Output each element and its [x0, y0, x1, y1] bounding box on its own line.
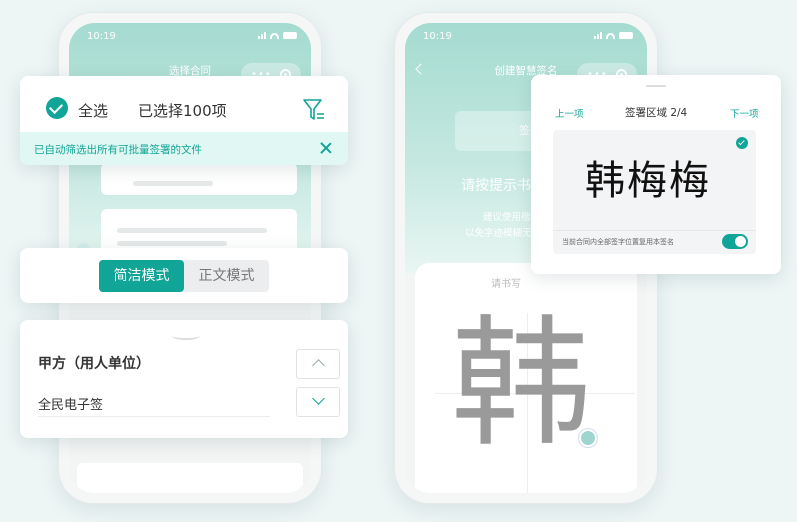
close-icon[interactable]	[320, 142, 332, 154]
ghost-card	[101, 163, 297, 195]
ghost-line	[117, 228, 267, 233]
drag-handle-icon[interactable]	[646, 85, 666, 87]
wifi-icon	[606, 32, 615, 39]
signature-image: 韩梅梅	[585, 158, 711, 204]
party-label: 甲方（用人单位）	[38, 356, 150, 372]
stroke-cursor[interactable]	[579, 429, 597, 447]
mode-card: 简洁模式 正文模式	[20, 248, 348, 303]
notice-bar: 已自动筛选出所有可批量签署的文件	[20, 132, 348, 165]
wifi-icon	[270, 32, 279, 39]
tab-text-mode[interactable]: 正文模式	[184, 260, 269, 292]
move-up-button[interactable]	[296, 349, 340, 379]
signature-checked-icon	[736, 137, 748, 149]
select-all-label[interactable]: 全选	[78, 100, 108, 121]
signature-box[interactable]: 韩梅梅 当前合同内全部签字位置复用本签名	[553, 130, 756, 254]
filter-icon[interactable]	[302, 97, 326, 123]
ghost-line	[133, 181, 213, 186]
selected-count: 已选择100项	[138, 102, 227, 120]
prev-item-link[interactable]: 上一项	[555, 106, 584, 120]
chevron-down-icon	[312, 392, 325, 405]
battery-icon	[619, 32, 633, 39]
status-time: 10:19	[87, 31, 116, 42]
mode-tabs: 简洁模式 正文模式	[99, 260, 269, 292]
ghost-line	[117, 241, 227, 246]
write-label: 请书写	[491, 279, 521, 290]
status-icons	[594, 32, 633, 39]
tab-simple-mode[interactable]: 简洁模式	[99, 260, 184, 292]
apply-all-toggle[interactable]	[722, 234, 748, 249]
hint-line-2: 以免字迹模糊无法	[465, 228, 542, 239]
signal-icon	[594, 32, 602, 39]
writing-pad[interactable]: 请书写 韩	[415, 263, 637, 493]
check-circle-icon[interactable]	[46, 97, 68, 119]
party-value[interactable]: 全民电子签	[38, 394, 103, 413]
signal-icon	[258, 32, 266, 39]
handwritten-char: 韩	[451, 303, 592, 466]
ghost-card	[77, 463, 303, 493]
divider	[553, 230, 756, 231]
party-card: 甲方（用人单位） 全民电子签	[20, 320, 348, 438]
next-item-link[interactable]: 下一项	[730, 106, 759, 120]
apply-all-text: 当前合同内全部签字位置复用本签名	[562, 238, 674, 246]
sign-area-card: 上一项 签署区域 2/4 下一项 韩梅梅 当前合同内全部签字位置复用本签名	[531, 75, 781, 274]
drag-handle-icon[interactable]	[172, 332, 200, 340]
sign-area-label: 签署区域 2/4	[625, 107, 688, 119]
move-down-button[interactable]	[296, 387, 340, 417]
status-icons	[258, 32, 297, 39]
notice-text: 已自动筛选出所有可批量签署的文件	[34, 144, 202, 156]
status-time: 10:19	[423, 31, 452, 42]
select-all-card: 全选 已选择100项 已自动筛选出所有可批量签署的文件	[20, 76, 348, 165]
chevron-up-icon	[312, 359, 325, 372]
value-underline	[38, 416, 270, 417]
battery-icon	[283, 32, 297, 39]
